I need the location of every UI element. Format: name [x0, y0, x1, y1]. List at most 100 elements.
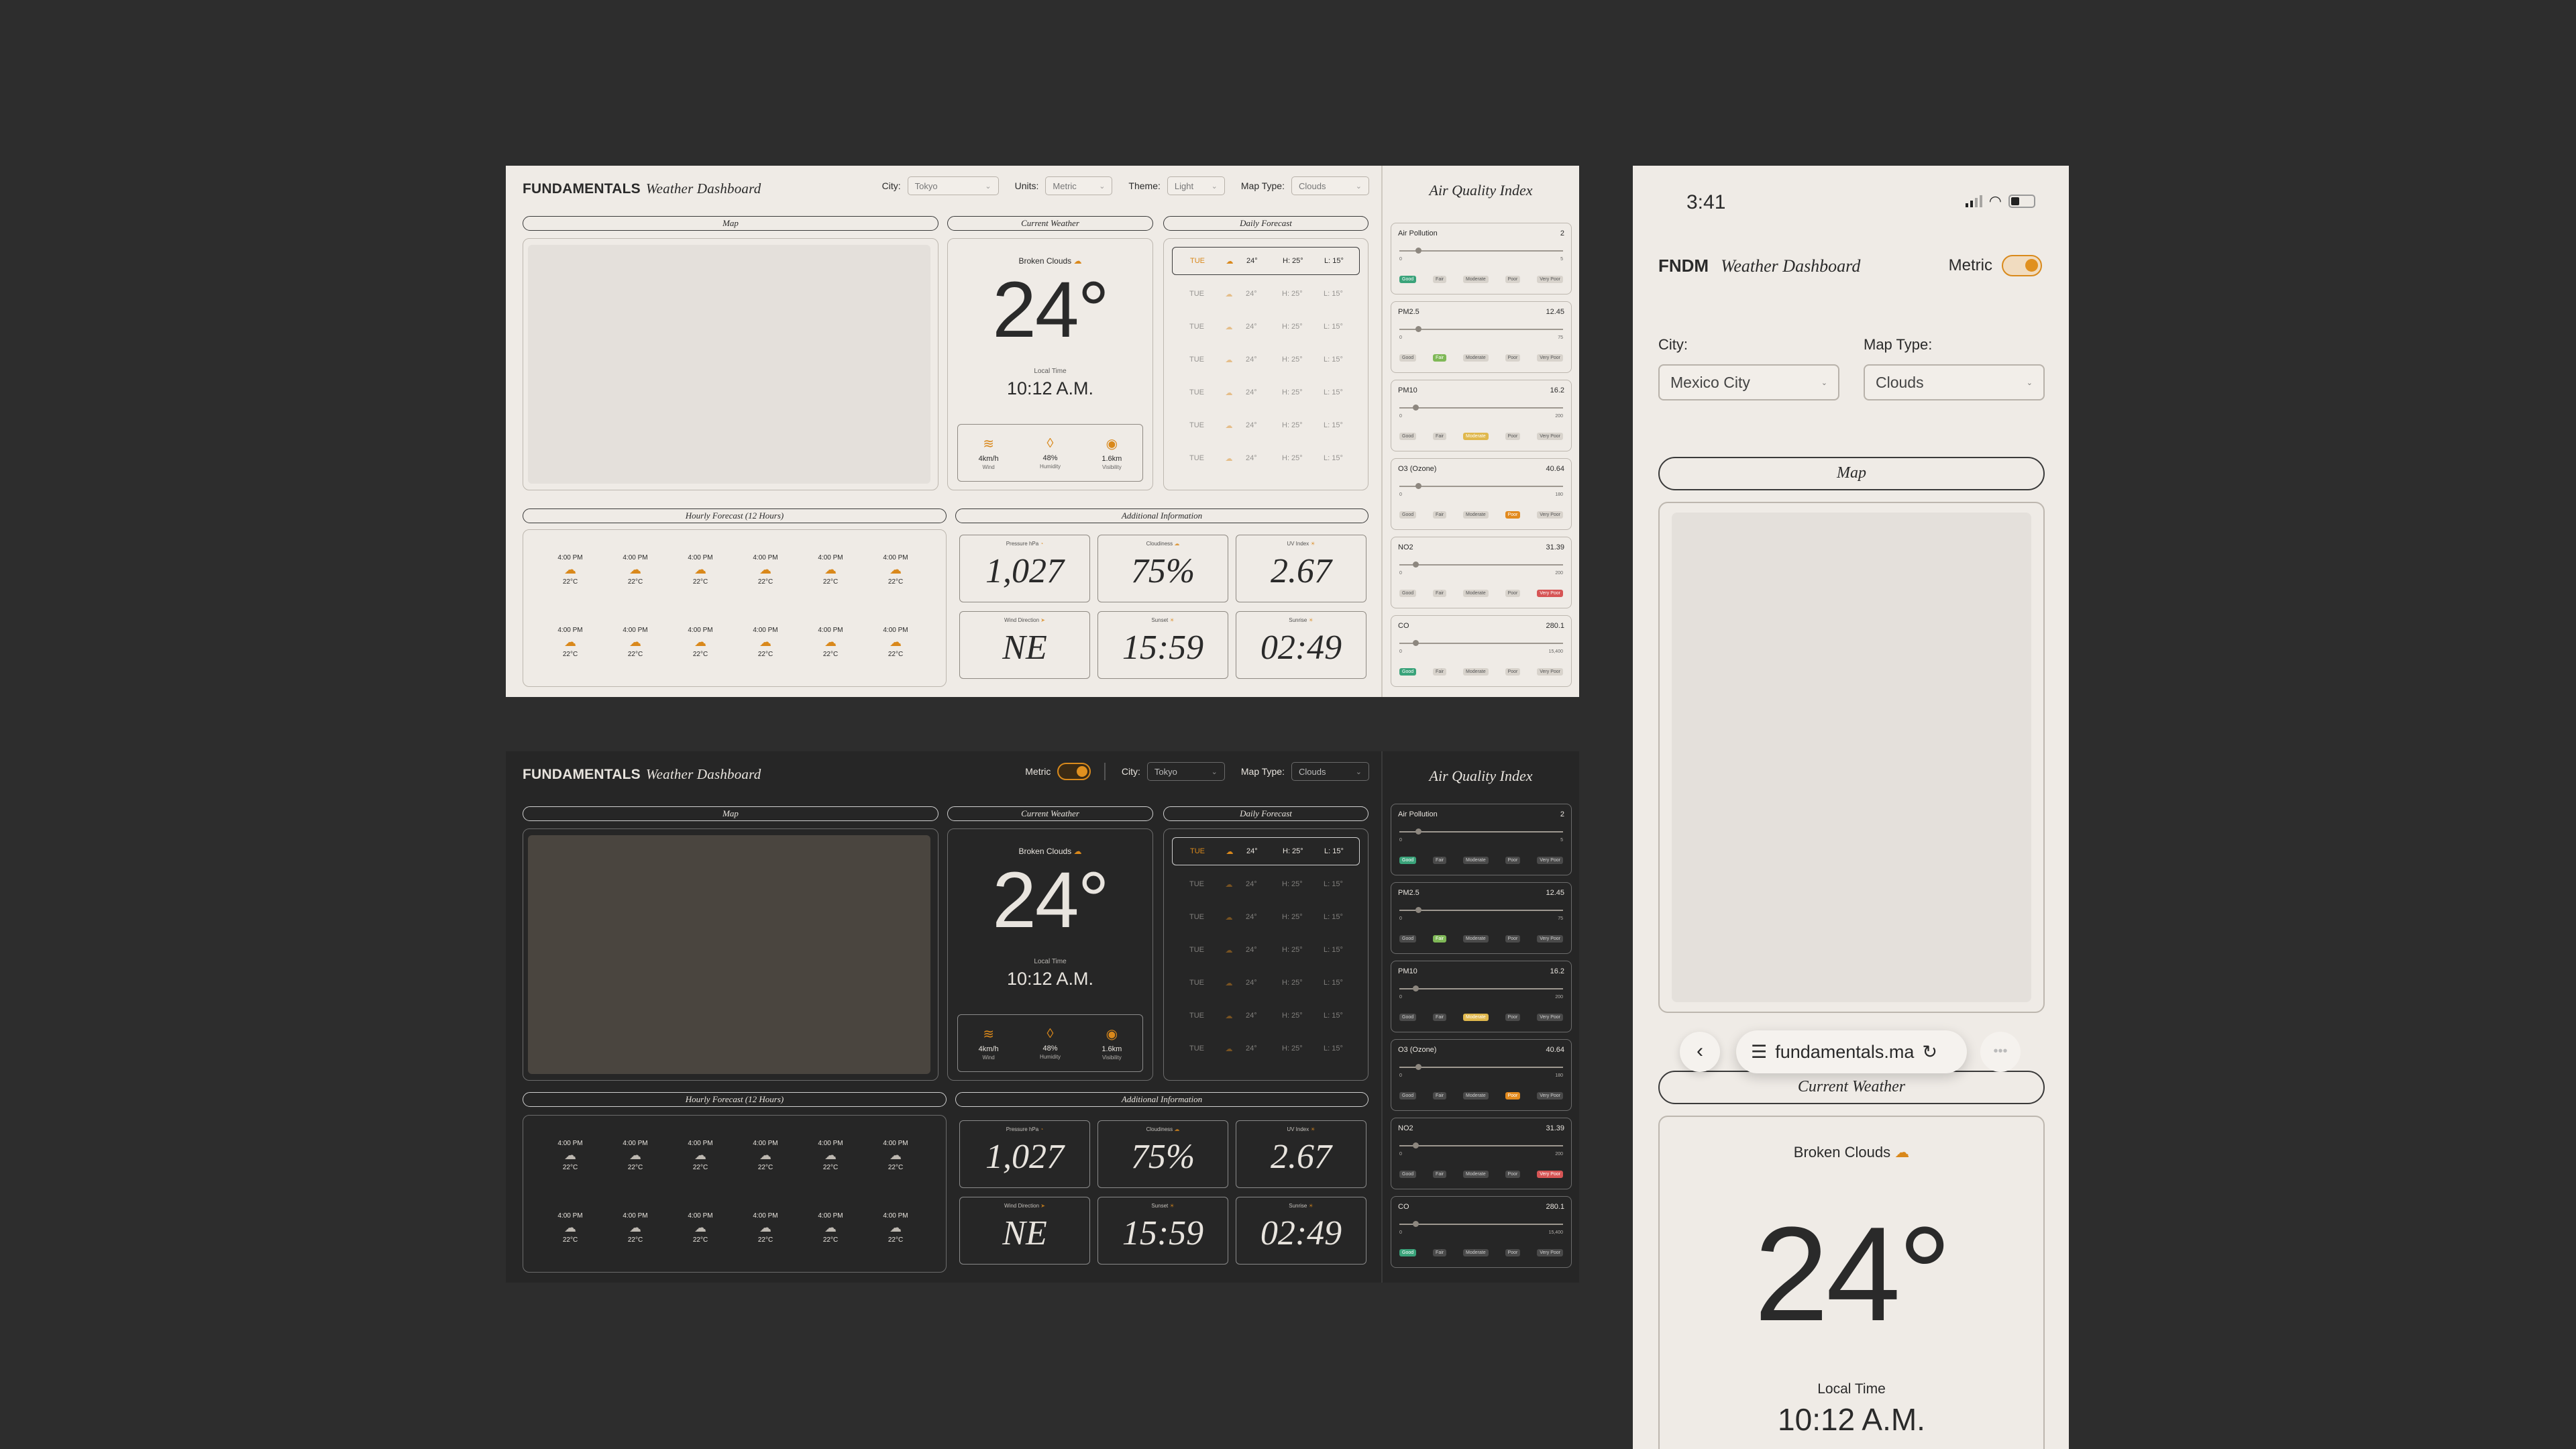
metric-label: Metric — [1948, 256, 1992, 274]
daily-forecast-row[interactable]: TUE ☁ 24° H: 25° L: 15° — [1172, 936, 1360, 964]
aqi-level-chip: Good — [1399, 1171, 1417, 1178]
maptype-select[interactable]: Clouds ⌄ — [1864, 364, 2045, 400]
hour-temp: 22°C — [562, 1164, 578, 1171]
daily-forecast-row[interactable]: TUE ☁ 24° H: 25° L: 15° — [1172, 378, 1360, 407]
cloud-icon: ☁ — [890, 635, 902, 649]
info-label-text: Wind Direction — [1004, 1203, 1040, 1209]
city-select[interactable]: Tokyo ⌄ — [907, 176, 999, 195]
theme-select[interactable]: Light ⌄ — [1167, 176, 1225, 195]
info-card: Cloudiness ☁ 75% — [1097, 535, 1228, 602]
map-section-title: Map — [1658, 457, 2045, 490]
metric-toggle[interactable] — [2002, 255, 2042, 276]
daily-forecast-row[interactable]: TUE ☁ 24° H: 25° L: 15° — [1172, 870, 1360, 898]
info-label: UV Index ☀ — [1236, 541, 1366, 547]
aqi-level-chip: Very Poor — [1537, 276, 1563, 283]
aqi-level-chip: Good — [1399, 668, 1417, 676]
day-label: TUE — [1189, 880, 1204, 888]
info-icon: ☀ — [1169, 617, 1175, 623]
city-select[interactable]: Tokyo ⌄ — [1146, 762, 1225, 781]
cloud-icon: ☁ — [1894, 1144, 1910, 1161]
day-label: TUE — [1189, 1012, 1204, 1020]
metric-toggle[interactable] — [1057, 763, 1091, 780]
maptype-select[interactable]: Clouds ⌄ — [1291, 762, 1369, 781]
brand-name: FNDM — [1658, 256, 1709, 276]
day-low: L: 15° — [1324, 454, 1343, 462]
aqi-card: Air Pollution 2 0 5 Good Fair Moderate Poor Very… — [1391, 223, 1572, 294]
hour-time: 4:00 PM — [753, 627, 778, 634]
aqi-value: 2 — [1560, 229, 1564, 237]
map-canvas[interactable] — [528, 245, 930, 484]
condition-text: Broken Clouds — [1793, 1144, 1891, 1161]
aqi-slider-track — [1399, 248, 1563, 254]
toggle-knob — [2025, 259, 2038, 272]
day-temp: 24° — [1246, 356, 1257, 364]
aqi-max: 200 — [1555, 414, 1563, 419]
aqi-level-chip: Moderate — [1463, 511, 1489, 519]
aqi-slider-track — [1399, 828, 1563, 835]
day-label: TUE — [1189, 356, 1204, 364]
aqi-slider-track — [1399, 985, 1563, 991]
units-select[interactable]: Metric ⌄ — [1045, 176, 1113, 195]
info-label: Cloudiness ☁ — [1098, 541, 1228, 547]
metric-control: Metric — [1949, 255, 2042, 276]
aqi-card: PM10 16.2 0 200 Good Fair Moderate Poor Very Poo… — [1391, 380, 1572, 451]
daily-forecast-row[interactable]: TUE ☁ 24° H: 25° L: 15° — [1172, 969, 1360, 997]
battery-icon — [2008, 195, 2035, 208]
aqi-name: O3 (Ozone) — [1398, 1046, 1437, 1054]
cloud-icon: ☁ — [629, 635, 641, 649]
info-value: 2.67 — [1271, 1138, 1332, 1176]
daily-forecast-row[interactable]: TUE ☁ 24° H: 25° L: 15° — [1172, 411, 1360, 439]
aqi-card: Air Pollution 2 0 5 Good Fair Moderate Poor Very… — [1391, 804, 1572, 875]
day-high: H: 25° — [1282, 290, 1303, 298]
city-label: City: — [1121, 766, 1140, 777]
hour-time: 4:00 PM — [557, 1212, 583, 1220]
aqi-slider-track — [1399, 1221, 1563, 1227]
aqi-card: PM2.5 12.45 0 75 Good Fair Moderate Poor Very Po… — [1391, 882, 1572, 954]
hourly-forecast-item: 4:00 PM ☁ 22°C — [739, 554, 792, 586]
aqi-level-chip: Very Poor — [1537, 590, 1563, 597]
reload-icon[interactable]: ↻ — [1922, 1042, 1937, 1063]
daily-forecast-row[interactable]: TUE ☁ 24° H: 25° L: 15° — [1172, 280, 1360, 308]
aqi-level-chips: Good Fair Moderate Poor Very Poor — [1399, 1249, 1563, 1256]
daily-forecast-row[interactable]: TUE ☁ 24° H: 25° L: 15° — [1172, 313, 1360, 341]
controls-bar: Metric City: Tokyo ⌄ Map Type: Clouds ⌄ — [1025, 762, 1369, 781]
hourly-forecast-item: 4:00 PM ☁ 22°C — [674, 1212, 727, 1244]
day-low: L: 15° — [1324, 421, 1343, 429]
day-label: TUE — [1189, 979, 1204, 987]
back-button[interactable]: ‹ — [1680, 1032, 1720, 1072]
aqi-level-chip: Very Poor — [1537, 935, 1563, 943]
daily-forecast-row[interactable]: TUE ☁ 24° H: 25° L: 15° — [1172, 903, 1360, 931]
day-temp: 24° — [1246, 880, 1257, 888]
current-weather-panel: Broken Clouds ☁ 24° Local Time 10:12 A.M… — [1658, 1116, 2045, 1449]
map-canvas[interactable] — [1672, 513, 2031, 1002]
hourly-forecast-item: 4:00 PM ☁ 22°C — [869, 627, 922, 658]
aqi-level-chip: Poor — [1505, 857, 1521, 864]
map-canvas[interactable] — [528, 835, 930, 1074]
hourly-forecast-title: Hourly Forecast (12 Hours) — [523, 1092, 947, 1107]
cloud-icon: ☁ — [1225, 880, 1233, 889]
daily-forecast-row[interactable]: TUE ☁ 24° H: 25° L: 15° — [1172, 345, 1360, 374]
aqi-level-chips: Good Fair Moderate Poor Very Poor — [1399, 590, 1563, 597]
hourly-forecast-item: 4:00 PM ☁ 22°C — [674, 1140, 727, 1171]
daily-forecast-row[interactable]: TUE ☁ 24° H: 25° L: 15° — [1172, 247, 1360, 275]
day-high: H: 25° — [1282, 946, 1303, 954]
day-temp: 24° — [1246, 1044, 1257, 1053]
day-low: L: 15° — [1324, 913, 1343, 921]
aqi-level-chip: Moderate — [1463, 590, 1489, 597]
daily-forecast-row[interactable]: TUE ☁ 24° H: 25° L: 15° — [1172, 837, 1360, 865]
more-icon[interactable]: ••• — [1980, 1032, 2021, 1072]
hour-temp: 22°C — [692, 1164, 708, 1171]
city-select[interactable]: Mexico City ⌄ — [1658, 364, 1839, 400]
browser-url-bar[interactable]: ☰ fundamentals.ma ↻ — [1736, 1030, 1967, 1073]
additional-info-panel: Pressure hPa ◔ 1,027 Cloudiness ☁ 75% UV Ind… — [955, 1115, 1368, 1273]
daily-forecast-row[interactable]: TUE ☁ 24° H: 25° L: 15° — [1172, 1002, 1360, 1030]
daily-forecast-row[interactable]: TUE ☁ 24° H: 25° L: 15° — [1172, 444, 1360, 472]
aqi-slider-track — [1399, 1064, 1563, 1070]
aqi-min: 0 — [1399, 838, 1402, 843]
daily-forecast-row[interactable]: TUE ☁ 24° H: 25° L: 15° — [1172, 1034, 1360, 1063]
info-label-text: Cloudiness — [1146, 1126, 1173, 1132]
brand: FUNDAMENTALS Weather Dashboard — [523, 180, 761, 197]
maptype-select[interactable]: Clouds ⌄ — [1291, 176, 1369, 195]
aqi-level-chip: Very Poor — [1537, 1171, 1563, 1178]
hourly-forecast-item: 4:00 PM ☁ 22°C — [804, 627, 857, 658]
